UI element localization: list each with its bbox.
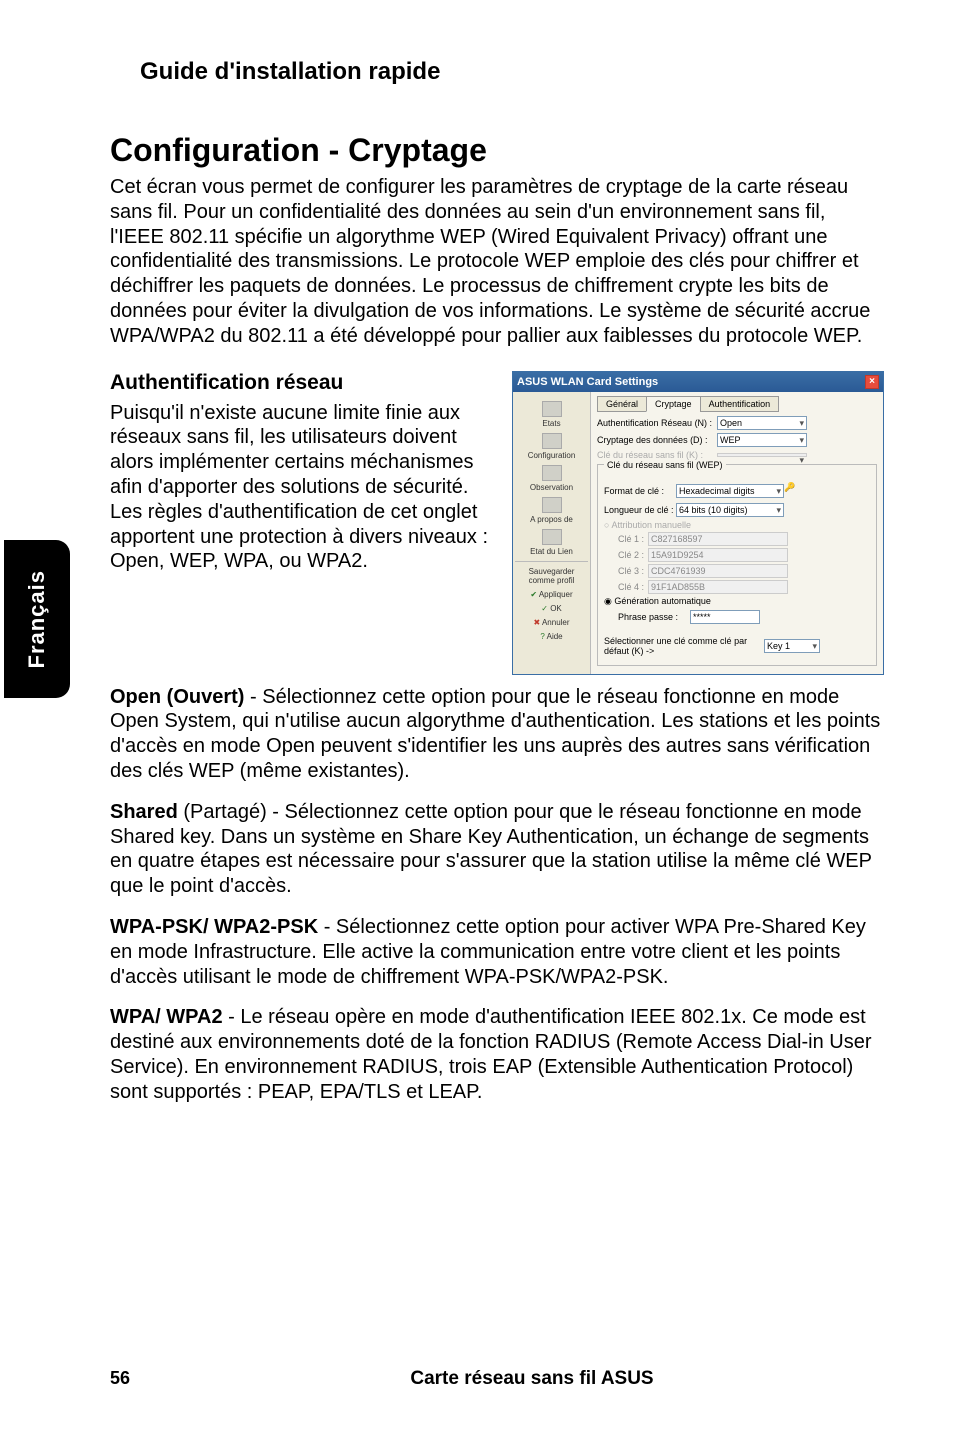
nav-sauvegarder[interactable]: Sauvegarder comme profil [515,567,588,585]
nav-separator [515,561,588,562]
dialog-title: ASUS WLAN Card Settings [517,376,658,388]
document-page: Français Guide d'installation rapide Con… [0,0,954,1438]
apropos-icon [542,497,562,513]
nav-etat-lien[interactable]: Etat du Lien [515,529,588,556]
lien-icon [542,529,562,545]
observation-icon [542,465,562,481]
language-tab: Français [4,540,70,698]
language-tab-label: Français [24,570,50,669]
cle2-label: Clé 2 : [618,550,648,560]
shared-paragraph: Shared (Partagé) - Sélectionnez cette op… [110,800,884,899]
tab-cryptage[interactable]: Cryptage [646,396,701,412]
row-longueur: Longueur de clé : 64 bits (10 digits) [604,503,870,517]
cle-reseau-disabled-field [717,453,807,457]
row-select-key: Sélectionner une clé comme clé par défau… [604,636,870,656]
doc-header: Guide d'installation rapide [140,58,884,86]
open-label: Open (Ouvert) [110,686,244,708]
dialog-sidebar: Etats Configuration Observation A propos… [513,392,591,674]
cle3-label: Clé 3 : [618,566,648,576]
content-area: Configuration - Cryptage Cet écran vous … [110,132,884,1105]
key-row-3: Clé 3 :CDC4761939 [618,564,870,578]
wep-legend: Clé du réseau sans fil (WEP) [604,460,726,470]
open-paragraph: Open (Ouvert) - Sélectionnez cette optio… [110,685,884,784]
wep-fieldset: Clé du réseau sans fil (WEP) Format de c… [597,464,877,666]
intro-paragraph: Cet écran vous permet de configurer les … [110,175,884,349]
wpa-paragraph: WPA/ WPA2 - Le réseau opère en mode d'au… [110,1005,884,1104]
nav-configuration[interactable]: Configuration [515,433,588,460]
format-select[interactable]: Hexadecimal digits [676,484,784,498]
nav-apropos[interactable]: A propos de [515,497,588,524]
nav-ok[interactable]: ✓ OK [515,604,588,613]
key-icon: 🔑 [784,482,802,500]
crypt-data-select[interactable]: WEP [717,433,807,447]
auth-reseau-label: Authentification Réseau (N) : [597,418,717,428]
etats-icon [542,401,562,417]
phrase-label: Phrase passe : [618,612,690,622]
shared-label: Shared [110,801,178,823]
shared-text: (Partagé) - Sélectionnez cette option po… [110,801,872,897]
wpa-label: WPA/ WPA2 [110,1006,223,1028]
cle1-input: C827168597 [648,532,788,546]
close-icon[interactable]: × [865,375,879,389]
two-column-section: Authentification réseau Puisqu'il n'exis… [110,371,884,675]
radio-manuelle[interactable]: ○ Attribution manuelle [604,520,870,530]
cle3-input: CDC4761939 [648,564,788,578]
key-row-2: Clé 2 :15A91D9254 [618,548,870,562]
row-auth-reseau: Authentification Réseau (N) : Open [597,416,877,430]
tab-authentification[interactable]: Authentification [700,396,780,412]
auth-reseau-select[interactable]: Open [717,416,807,430]
nav-annuler[interactable]: ✖ Annuler [515,618,588,627]
cle2-input: 15A91D9254 [648,548,788,562]
dialog-panel: Général Cryptage Authentification Authen… [591,392,883,674]
nav-appliquer[interactable]: ✔ Appliquer [515,590,588,599]
wpa-text: - Le réseau opère en mode d'authentifica… [110,1006,871,1102]
cle4-input: 91F1AD855B [648,580,788,594]
format-label: Format de clé : [604,486,676,496]
page-footer: 56 Carte réseau sans fil ASUS [0,1368,954,1390]
keys-block: Clé 1 :C827168597 Clé 2 :15A91D9254 Clé … [618,532,870,594]
wpa-psk-label: WPA-PSK/ WPA2-PSK [110,916,318,938]
config-icon [542,433,562,449]
nav-aide[interactable]: ? Aide [515,632,588,641]
dialog-titlebar: ASUS WLAN Card Settings × [513,372,883,392]
page-number: 56 [110,1368,180,1389]
key-row-4: Clé 4 :91F1AD855B [618,580,870,594]
row-cle-reseau-disabled: Clé du réseau sans fil (K) : [597,450,877,460]
wpa-psk-paragraph: WPA-PSK/ WPA2-PSK - Sélectionnez cette o… [110,915,884,989]
footer-title: Carte réseau sans fil ASUS [180,1368,884,1390]
nav-observation[interactable]: Observation [515,465,588,492]
section-body: Puisqu'il n'existe aucune limite finie a… [110,401,494,575]
key-row-1: Clé 1 :C827168597 [618,532,870,546]
longueur-label: Longueur de clé : [604,505,676,515]
cle-reseau-disabled-label: Clé du réseau sans fil (K) : [597,450,717,460]
right-column: ASUS WLAN Card Settings × Etats Configur… [512,371,884,675]
page-title: Configuration - Cryptage [110,132,884,169]
settings-dialog: ASUS WLAN Card Settings × Etats Configur… [512,371,884,675]
select-key-label: Sélectionner une clé comme clé par défau… [604,636,764,656]
tab-general[interactable]: Général [597,396,647,412]
section-heading: Authentification réseau [110,371,494,395]
dialog-body: Etats Configuration Observation A propos… [513,392,883,674]
row-crypt-data: Cryptage des données (D) : WEP [597,433,877,447]
select-key-select[interactable]: Key 1 [764,639,820,653]
phrase-input[interactable]: ***** [690,610,760,624]
row-phrase: Phrase passe : ***** [604,610,870,624]
left-column: Authentification réseau Puisqu'il n'exis… [110,371,494,675]
nav-etats[interactable]: Etats [515,401,588,428]
crypt-data-label: Cryptage des données (D) : [597,435,717,445]
tab-strip: Général Cryptage Authentification [597,396,877,412]
row-format: Format de clé : Hexadecimal digits 🔑 [604,482,870,500]
cle1-label: Clé 1 : [618,534,648,544]
cle4-label: Clé 4 : [618,582,648,592]
longueur-select[interactable]: 64 bits (10 digits) [676,503,784,517]
radio-auto[interactable]: ◉ Génération automatique [604,596,870,607]
